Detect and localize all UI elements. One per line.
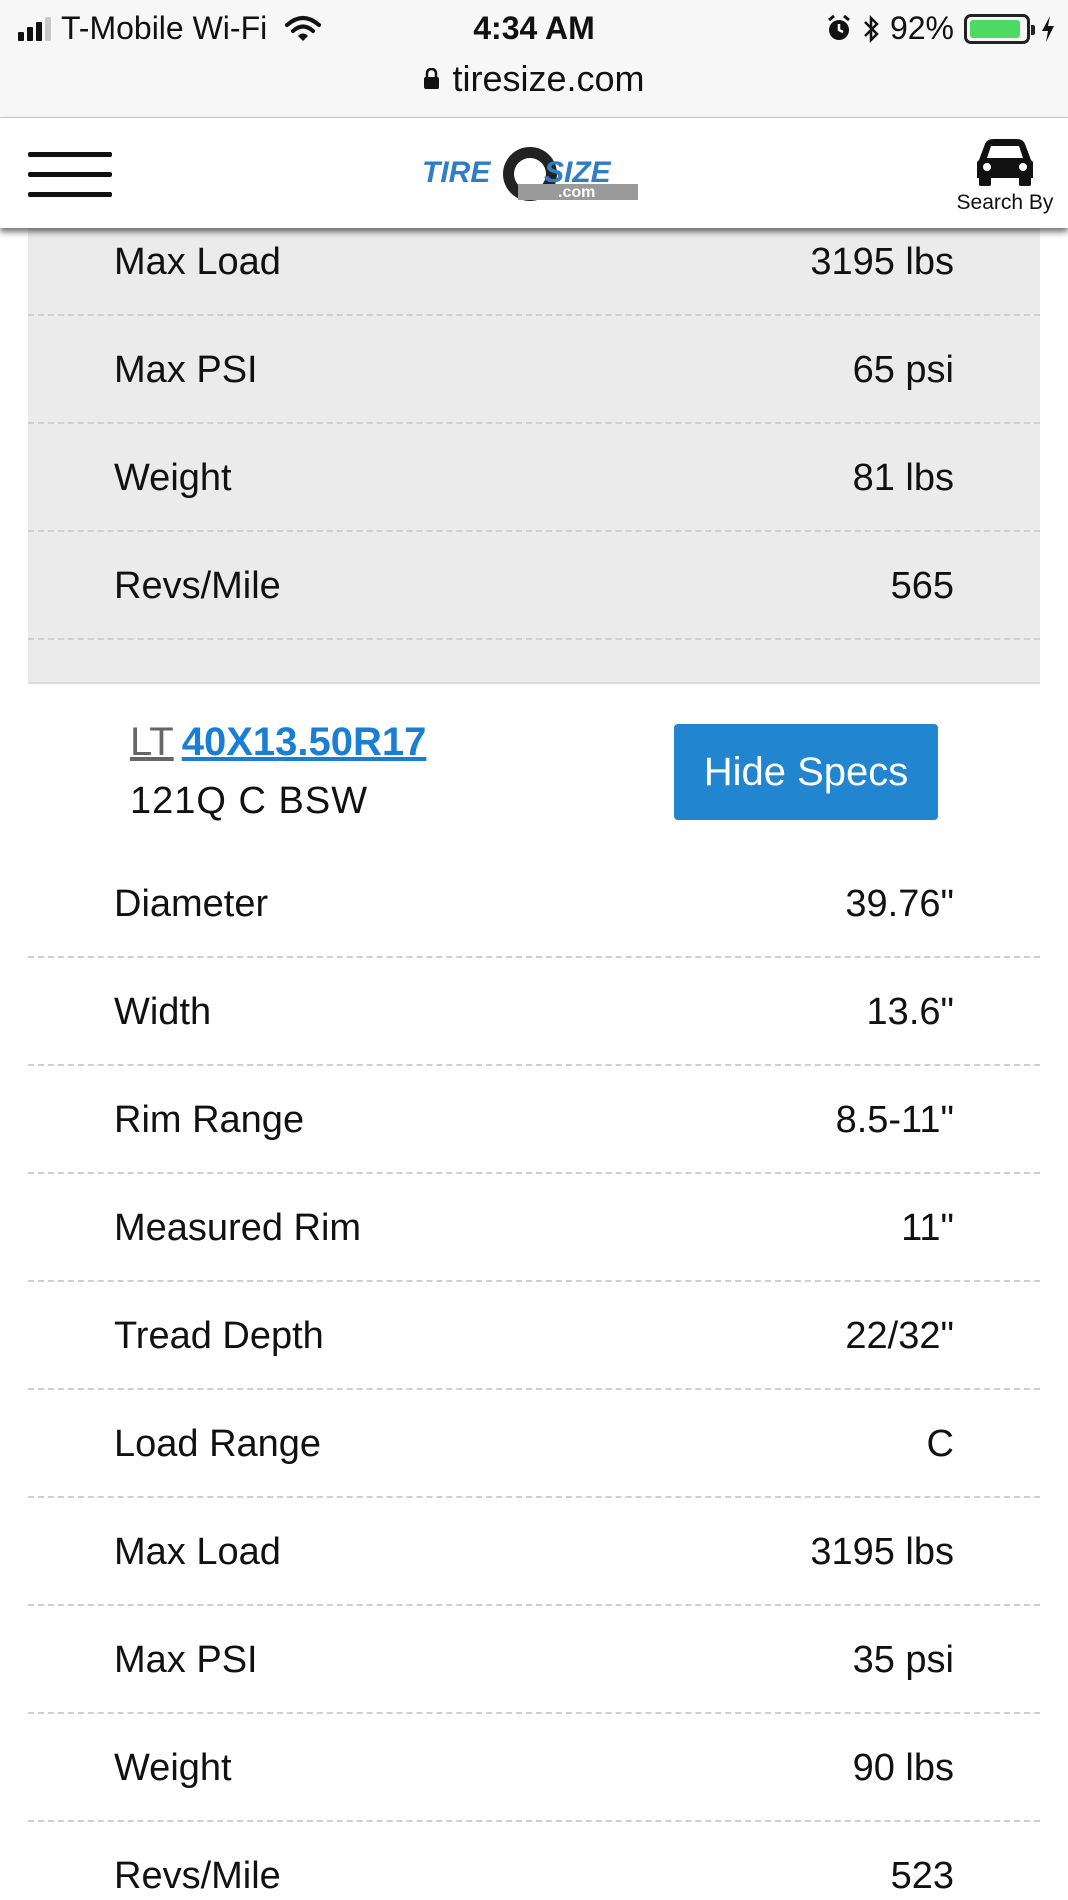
spec-label: Max PSI: [114, 349, 258, 391]
spec-value: 39.76": [845, 883, 954, 925]
charging-icon: [1042, 15, 1054, 42]
spec-row: Revs/Mile 523: [28, 1822, 1040, 1900]
spec-value: 35 psi: [852, 1639, 954, 1681]
spec-row: Revs/Mile 565: [28, 532, 1040, 640]
spec-row: Tread Depth 22/32": [28, 1282, 1040, 1390]
spec-label: Weight: [114, 1747, 232, 1789]
spec-value: 565: [890, 565, 954, 607]
spec-row: Max PSI 35 psi: [28, 1606, 1040, 1714]
spec-row: Width 13.6": [28, 958, 1040, 1066]
menu-icon[interactable]: [28, 152, 112, 198]
spec-value: 8.5-11": [835, 1099, 954, 1141]
search-by-button[interactable]: Search By: [950, 134, 1060, 215]
spec-label: Max Load: [114, 1531, 281, 1573]
spec-value: 90 lbs: [852, 1747, 954, 1789]
url-text: tiresize.com: [452, 58, 645, 99]
alarm-icon: [828, 14, 850, 40]
tire-specs-content: Max Load 3195 lbs Max PSI 65 psi Weight …: [28, 228, 1040, 1900]
spec-label: Max Load: [114, 241, 281, 283]
tiresize-logo[interactable]: TIRE SIZE .com: [418, 144, 648, 204]
battery-percent: 92%: [889, 10, 954, 46]
spec-label: Weight: [114, 457, 232, 499]
tire-header: LT 40X13.50R17 121Q C BSW Hide Specs: [28, 684, 1040, 850]
search-by-label: Search By: [956, 191, 1054, 214]
status-bar: T-Mobile Wi-Fi 4:34 AM 92%: [0, 0, 1068, 58]
battery-fill: [970, 19, 1020, 38]
svg-text:.com: .com: [558, 184, 595, 201]
tire-size-value[interactable]: 40X13.50R17: [182, 720, 427, 764]
spec-row: Max PSI 65 psi: [28, 316, 1040, 424]
spec-value: C: [926, 1423, 954, 1465]
spec-value: 11": [901, 1207, 954, 1249]
spec-row: Weight 90 lbs: [28, 1714, 1040, 1822]
spec-block-footer: [28, 640, 1040, 684]
spec-value: 13.6": [866, 991, 954, 1033]
spec-label: Load Range: [114, 1423, 322, 1465]
spec-value: 523: [890, 1855, 954, 1897]
spec-label: Revs/Mile: [114, 565, 281, 607]
spec-row: Rim Range 8.5-11": [28, 1066, 1040, 1174]
spec-value: 3195 lbs: [810, 241, 954, 283]
bluetooth-icon: [864, 14, 879, 43]
tire-size-link[interactable]: LT 40X13.50R17: [130, 720, 426, 765]
spec-label: Revs/Mile: [114, 1855, 281, 1897]
tire-description: 121Q C BSW: [130, 780, 369, 822]
battery-icon: [964, 13, 1035, 44]
spec-row: Max Load 3195 lbs: [28, 228, 1040, 316]
spec-label: Max PSI: [114, 1639, 258, 1681]
spec-value: 81 lbs: [852, 457, 954, 499]
spec-row: Weight 81 lbs: [28, 424, 1040, 532]
spec-label: Rim Range: [114, 1099, 305, 1141]
site-header: TIRE SIZE .com Search By: [0, 118, 1068, 228]
lock-icon: [424, 68, 440, 89]
spec-value: 65 psi: [852, 349, 954, 391]
url-display[interactable]: tiresize.com: [423, 58, 645, 100]
spec-label: Tread Depth: [114, 1315, 324, 1357]
spec-label: Measured Rim: [114, 1207, 362, 1249]
tire-type-prefix: LT: [130, 720, 174, 764]
spec-value: 22/32": [845, 1315, 954, 1357]
status-right: 92%: [826, 10, 1056, 47]
spec-value: 3195 lbs: [810, 1531, 954, 1573]
address-bar[interactable]: tiresize.com: [0, 58, 1068, 118]
spec-row: Max Load 3195 lbs: [28, 1498, 1040, 1606]
tire-specs-list: Diameter 39.76" Width 13.6" Rim Range 8.…: [28, 850, 1040, 1900]
spec-label: Diameter: [114, 883, 269, 925]
spec-row: Measured Rim 11": [28, 1174, 1040, 1282]
hide-specs-button[interactable]: Hide Specs: [674, 724, 938, 820]
svg-text:TIRE: TIRE: [422, 156, 491, 189]
spec-row: Diameter 39.76": [28, 850, 1040, 958]
spec-label: Width: [114, 991, 212, 1033]
car-icon: [977, 139, 1033, 186]
previous-tire-specs: Max Load 3195 lbs Max PSI 65 psi Weight …: [28, 228, 1040, 640]
spec-row: Load Range C: [28, 1390, 1040, 1498]
